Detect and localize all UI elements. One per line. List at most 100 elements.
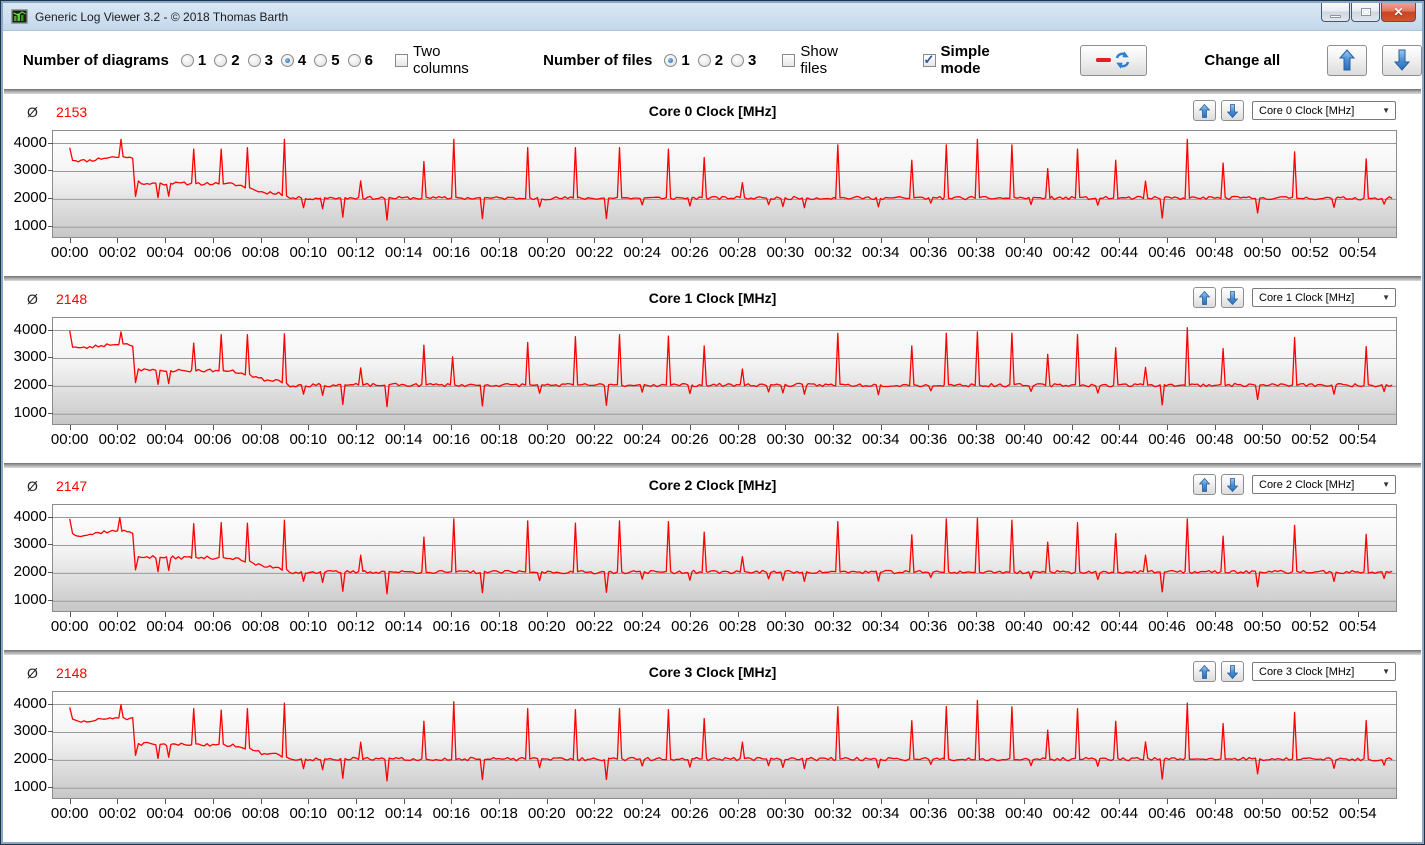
x-axis-tick-mark [1310,238,1312,243]
move-channel-down-button[interactable] [1221,287,1244,308]
y-axis-tick-mark [48,357,53,359]
x-axis-tick-mark [928,612,930,617]
chart-canvas [53,138,1396,228]
x-axis-tick-label: 00:52 [1291,805,1329,822]
x-axis-tick-mark [1166,425,1168,430]
x-axis-tick-label: 00:12 [337,805,375,822]
x-axis-tick-label: 00:42 [1052,431,1091,448]
dropdown-arrow-icon: ▼ [1382,106,1390,115]
x-axis-tick-mark [1166,799,1168,804]
files-radio-1[interactable]: 1 [664,52,690,69]
number-of-files-label: Number of files [543,51,653,69]
reset-zoom-button[interactable] [1079,44,1148,76]
x-axis-tick-mark [928,425,930,430]
x-axis-tick-mark [165,425,167,430]
x-axis-tick-label: 00:08 [241,618,280,635]
y-axis-tick-mark [48,787,53,789]
x-axis-tick-label: 00:34 [861,805,900,822]
x-axis-tick-mark [212,425,214,430]
diagrams-radio-4[interactable]: 4 [280,52,306,69]
close-button[interactable]: ✕ [1381,3,1416,22]
files-radio-3[interactable]: 3 [731,52,756,69]
move-channel-up-button[interactable] [1193,474,1216,495]
simple-mode-checkbox[interactable]: Simple mode [922,43,1034,77]
x-axis-tick-label: 00:06 [194,431,232,448]
change-all-down-button[interactable] [1382,44,1422,76]
y-axis-tick-label: 2000 [13,750,47,768]
move-channel-down-button[interactable] [1221,474,1244,495]
y-axis-tick-mark [48,544,53,546]
move-channel-down-button[interactable] [1221,100,1244,121]
x-axis-tick-label: 00:50 [1243,244,1282,261]
window-title: Generic Log Viewer 3.2 - © 2018 Thomas B… [35,9,289,24]
x-axis-tick-mark [737,612,739,617]
title-bar[interactable]: Generic Log Viewer 3.2 - © 2018 Thomas B… [3,3,1422,31]
app-window: Generic Log Viewer 3.2 - © 2018 Thomas B… [0,0,1425,845]
channel-select-dropdown[interactable]: Core 0 Clock [MHz] ▼ [1252,101,1396,120]
x-axis-tick-mark [1166,238,1168,243]
diagrams-radio-6[interactable]: 6 [347,51,373,69]
chart-plot[interactable] [52,504,1397,612]
x-axis-tick-label: 00:52 [1291,618,1329,635]
x-axis-tick-mark [642,612,644,617]
x-axis-tick-label: 00:54 [1339,431,1377,448]
diagrams-radio-5[interactable]: 5 [314,52,340,69]
client-area: Number of diagrams 1 2 3 4 5 6 Two columns Nu… [3,31,1422,841]
dropdown-arrow-icon: ▼ [1382,293,1390,302]
x-axis-tick-mark [1214,238,1216,243]
x-axis-tick-mark [689,612,691,617]
x-axis-tick-mark [833,612,835,617]
chart-plot[interactable] [52,691,1397,799]
maximize-button[interactable] [1351,3,1380,22]
x-axis-tick-label: 00:20 [528,805,566,822]
y-axis-tick-label: 1000 [13,404,47,422]
files-radio-dot-2 [697,53,711,67]
channel-select-dropdown[interactable]: Core 1 Clock [MHz] ▼ [1252,288,1396,307]
chart-panel: Ø 2153 Core 0 Clock [MHz] Core 0 Clock [… [3,89,1422,276]
x-axis-tick-mark [642,425,644,430]
x-axis-tick-label: 00:34 [861,244,900,261]
x-axis-tick-label: 00:12 [337,618,375,635]
change-all-up-button[interactable] [1327,44,1368,76]
diagrams-radio-3[interactable]: 3 [247,52,273,69]
chart-canvas [53,699,1396,789]
minimize-button[interactable] [1321,3,1350,22]
x-axis-tick-mark [1262,238,1264,243]
chart-plot[interactable] [52,130,1397,238]
channel-select-dropdown[interactable]: Core 2 Clock [MHz] ▼ [1252,475,1396,494]
two-columns-checkbox[interactable]: Two columns [394,43,500,77]
x-axis-tick-label: 00:10 [289,805,328,822]
diagrams-radio-label: 6 [364,51,373,69]
x-axis-tick-mark [165,612,167,617]
x-axis-tick-mark [165,799,167,804]
up-arrow-icon [1339,49,1356,71]
files-radio-2[interactable]: 2 [697,52,723,69]
diagrams-radio-label: 2 [231,51,240,69]
chart-plot[interactable] [52,317,1397,425]
x-axis-tick-label: 00:48 [1195,431,1234,448]
x-axis-tick-mark [1214,612,1216,617]
x-axis-tick-label: 00:16 [432,431,471,448]
x-axis-tick-label: 00:22 [575,244,614,261]
x-axis-tick-label: 00:04 [146,431,184,448]
move-channel-down-button[interactable] [1221,661,1244,682]
move-channel-up-button[interactable] [1193,661,1216,682]
x-axis-tick-label: 00:10 [289,618,328,635]
y-axis-tick-mark [48,198,53,200]
y-axis-tick-mark [48,516,53,518]
move-channel-up-button[interactable] [1193,100,1216,121]
x-axis-tick-mark [785,612,787,617]
x-axis-tick-label: 00:44 [1100,805,1139,822]
move-channel-up-button[interactable] [1193,287,1216,308]
x-axis-tick-mark [355,799,357,804]
show-files-checkbox[interactable]: Show files [782,43,868,77]
x-axis-tick-label: 00:26 [671,244,709,261]
x-axis-tick-label: 00:36 [909,805,948,822]
diagrams-radio-1[interactable]: 1 [180,52,206,69]
x-axis-tick-label: 00:42 [1052,805,1091,822]
x-axis-tick-label: 00:18 [480,431,518,448]
diagrams-radio-2[interactable]: 2 [214,51,240,69]
x-axis-tick-label: 00:06 [194,805,232,822]
channel-select-dropdown[interactable]: Core 3 Clock [MHz] ▼ [1252,662,1396,681]
x-axis-tick-label: 00:30 [766,431,805,448]
